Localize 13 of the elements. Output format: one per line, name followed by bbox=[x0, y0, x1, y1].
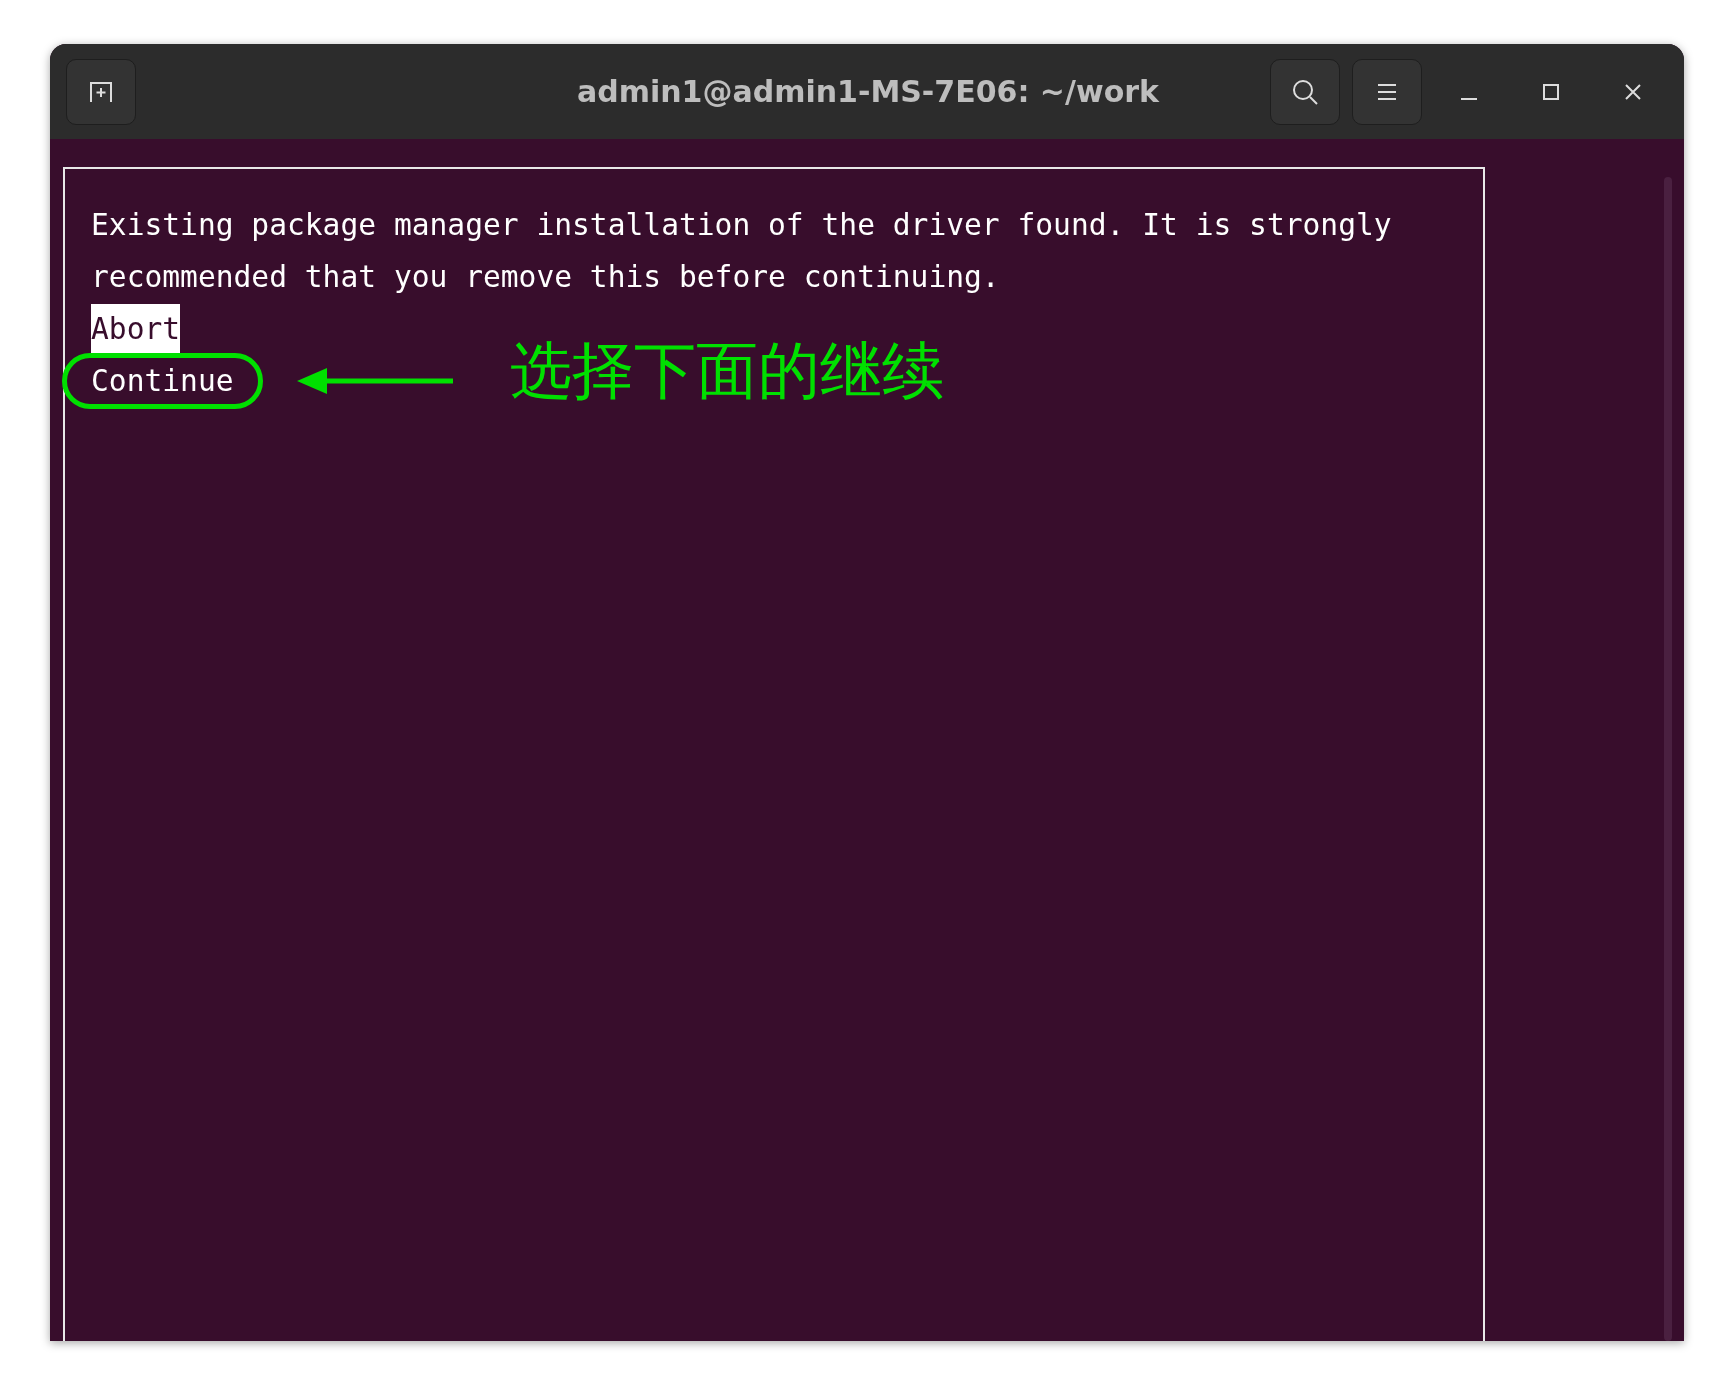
scrollbar[interactable] bbox=[1664, 177, 1672, 1341]
message-text: Existing package manager installation of the driver found. It is strongly bbox=[91, 207, 1393, 244]
menu-button[interactable] bbox=[1352, 58, 1422, 125]
window-title: admin1@admin1-MS-7E06: ~/work bbox=[576, 74, 1160, 109]
maximize-icon bbox=[1542, 82, 1560, 101]
message-text: recommended that you remove this before continuing. bbox=[91, 259, 1001, 296]
menu-option[interactable]: Abort bbox=[91, 304, 181, 354]
menu-option[interactable]: Continue bbox=[65, 356, 260, 406]
minimize-icon bbox=[1461, 97, 1477, 100]
annotation-text: 选择下面的继续 bbox=[509, 341, 944, 401]
close-icon bbox=[1624, 82, 1642, 101]
new-tab-button[interactable] bbox=[66, 58, 136, 125]
search-button[interactable] bbox=[1270, 58, 1340, 125]
